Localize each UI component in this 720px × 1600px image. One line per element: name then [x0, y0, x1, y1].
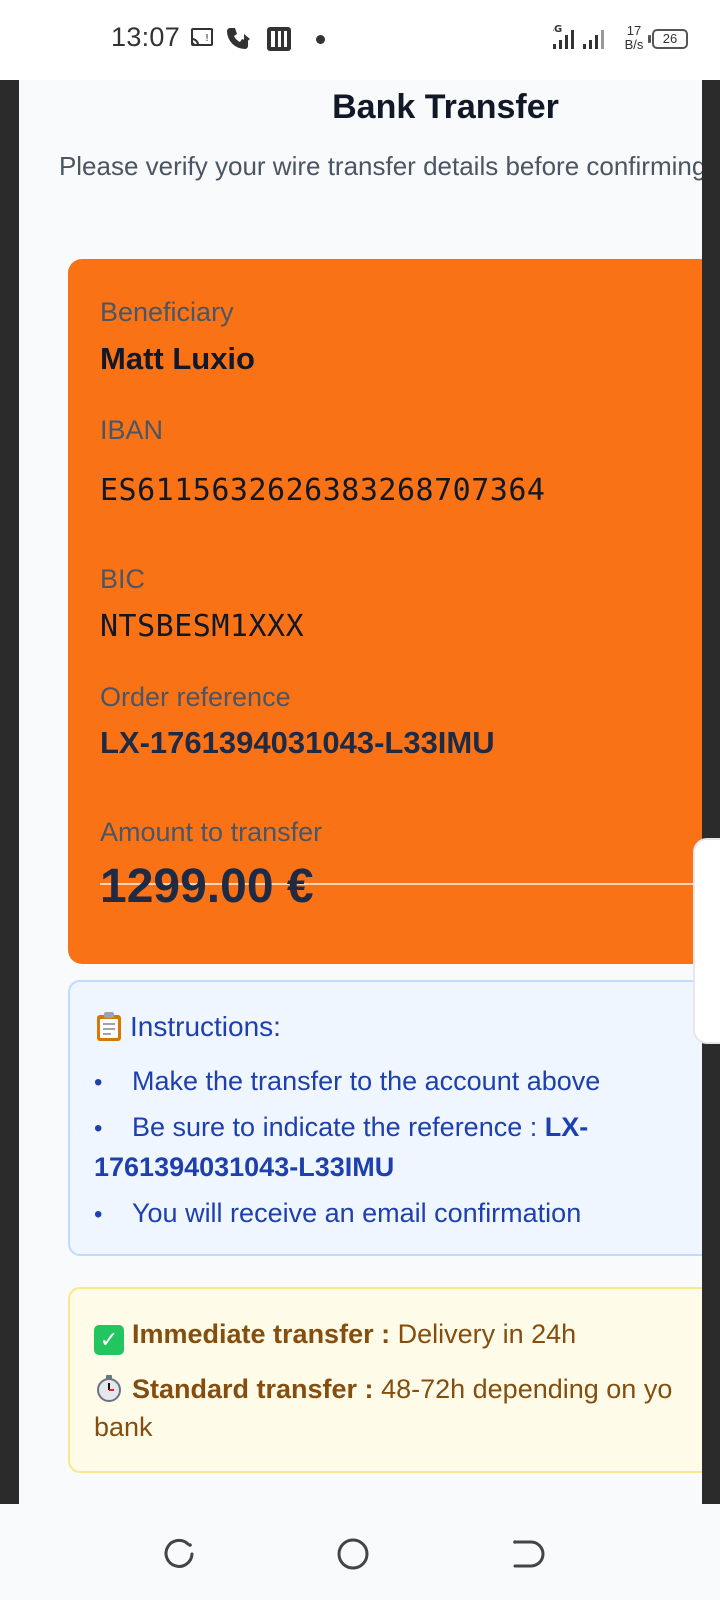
recents-icon — [164, 1538, 194, 1568]
net-speed-value: 17 — [626, 23, 642, 38]
modal-subtitle: Please verify your wire transfer details… — [58, 151, 702, 181]
recents-button[interactable] — [160, 1534, 200, 1574]
check-mark-icon: ✓ — [94, 1325, 124, 1355]
parking-icon — [267, 27, 291, 51]
instruction-item: • You will receive an email confirmation — [94, 1198, 582, 1228]
bic-label: BIC — [100, 564, 146, 594]
immediate-transfer-label: Immediate transfer : — [132, 1319, 391, 1349]
immediate-transfer-line: ✓ Immediate transfer : Delivery in 24h — [94, 1315, 702, 1355]
signal-icon: 4G — [553, 24, 604, 49]
instruction-text: Be sure to indicate the reference : — [132, 1112, 545, 1142]
floating-side-tab[interactable] — [693, 838, 720, 1044]
immediate-transfer-text: Delivery in 24h — [397, 1319, 577, 1349]
battery-level: 26 — [662, 31, 678, 46]
instruction-reference: LX- — [544, 1112, 589, 1142]
instructions-heading-text: Instructions: — [130, 1011, 281, 1042]
modal-title: Bank Transfer — [332, 88, 559, 126]
stopwatch-icon — [97, 1375, 121, 1402]
standard-transfer-text-continued: bank — [94, 1412, 153, 1442]
home-icon — [337, 1538, 369, 1570]
clipboard-icon — [97, 1012, 121, 1041]
modal-backdrop-left[interactable] — [0, 80, 19, 1504]
home-button[interactable] — [333, 1534, 373, 1574]
iban-value[interactable]: ES6115632626383268707364 — [100, 473, 545, 508]
svg-text:!: ! — [205, 33, 209, 44]
back-button[interactable] — [505, 1534, 545, 1574]
amount-label: Amount to transfer — [100, 817, 323, 847]
instruction-text: You will receive an email confirmation — [132, 1198, 582, 1228]
standard-transfer-line: Standard transfer : 48-72h depending on … — [94, 1370, 702, 1446]
iban-label: IBAN — [100, 415, 164, 445]
notification-dot — [316, 35, 325, 44]
standard-transfer-text: 48-72h depending on yo — [381, 1374, 673, 1404]
status-bar: 13:07 ! 4G — [0, 0, 720, 80]
instructions-heading: Instructions: — [94, 1010, 281, 1043]
reference-label: Order reference — [100, 682, 291, 712]
back-icon — [513, 1540, 545, 1568]
bank-details-card: Beneficiary Matt Luxio IBAN ES6115632626… — [68, 259, 702, 964]
instruction-item: • Be sure to indicate the reference : LX-… — [94, 1112, 589, 1182]
instruction-item: • Make the transfer to the account above — [94, 1066, 601, 1096]
delivery-info-box: ✓ Immediate transfer : Delivery in 24h St… — [68, 1287, 702, 1473]
bank-transfer-modal: Bank Transfer Please verify your wire tr… — [19, 80, 702, 1504]
beneficiary-label: Beneficiary — [100, 297, 234, 327]
wifi-calling-icon — [227, 28, 250, 49]
instructions-box: Instructions: • Make the transfer to the … — [68, 980, 702, 1256]
net-speed: 17 B/s — [621, 24, 647, 52]
instruction-reference-continued: 1761394031043-L33IMU — [94, 1152, 395, 1182]
instruction-text: Make the transfer to the account above — [132, 1066, 601, 1096]
net-speed-unit: B/s — [624, 37, 644, 52]
status-time: 13:07 — [111, 22, 181, 52]
beneficiary-value: Matt Luxio — [100, 341, 255, 376]
network-type: 4G — [553, 24, 562, 35]
battery-icon: 26 — [648, 29, 688, 49]
cast-icon: ! — [191, 28, 213, 46]
amount-value: 1299.00 € — [100, 860, 314, 913]
modal-backdrop-right[interactable] — [702, 80, 720, 1504]
bic-value[interactable]: NTSBESM1XXX — [100, 609, 304, 644]
navigation-bar — [0, 1504, 720, 1600]
reference-value[interactable]: LX-1761394031043-L33IMU — [100, 725, 495, 761]
standard-transfer-label: Standard transfer : — [132, 1374, 374, 1404]
